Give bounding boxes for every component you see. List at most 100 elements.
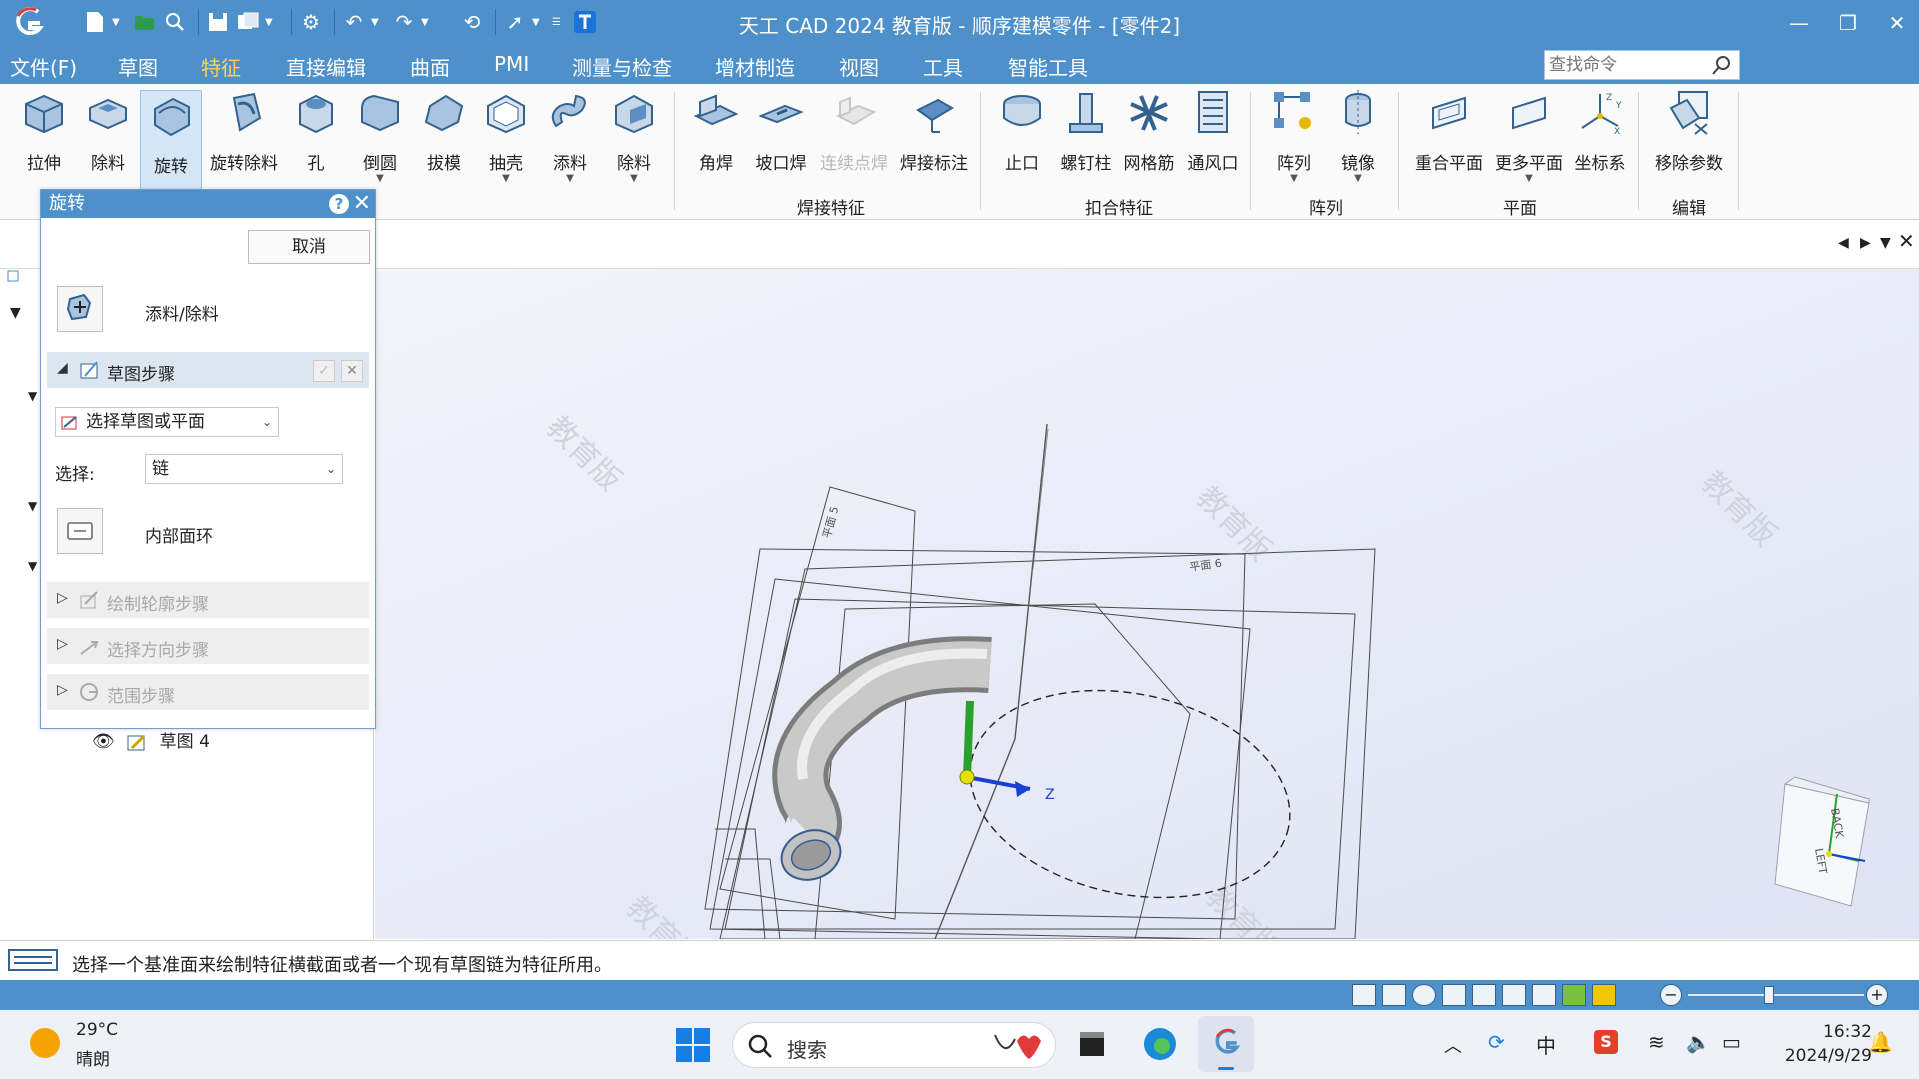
hole-button[interactable]: 孔 (292, 88, 340, 174)
groove-weld-button[interactable]: 坡口焊 (752, 88, 810, 174)
view-orient-icon[interactable] (1532, 984, 1556, 1006)
cancel-button[interactable]: 取消 (248, 230, 370, 264)
shading-icon[interactable] (1562, 984, 1586, 1006)
tree-root-icon[interactable] (6, 269, 24, 287)
visibility-eye-icon[interactable]: 👁 (92, 731, 115, 752)
fit-view-icon[interactable] (1352, 984, 1376, 1006)
weather-temperature[interactable]: 29°C (76, 1020, 118, 1040)
model-view[interactable]: 教育版 教育版 教育版 教育版 教育版 平面 5 平面 6 Z BACK LEF… (375, 269, 1919, 939)
web-network-button[interactable]: 网格筋 (1120, 88, 1178, 174)
weather-sun-icon[interactable] (30, 1028, 60, 1058)
selection-type-select[interactable]: 链 ⌄ (145, 454, 343, 484)
restore-icon[interactable]: ❐ (1833, 10, 1863, 36)
coincident-plane-button[interactable]: 重合平面 (1412, 88, 1486, 174)
sync-icon[interactable]: ⟳ (1488, 1030, 1505, 1054)
battery-icon[interactable]: ▭ (1722, 1030, 1741, 1054)
menu-view[interactable]: 视图 (839, 52, 879, 81)
command-search-input[interactable] (1545, 51, 1705, 79)
menu-feature[interactable]: 特征 (193, 52, 249, 89)
cut-button[interactable]: 除料 (82, 88, 134, 174)
zoom-in-icon[interactable]: + (1866, 984, 1888, 1006)
style-icon[interactable] (1592, 984, 1616, 1006)
zoom-out-icon[interactable]: − (1660, 984, 1682, 1006)
dialog-titlebar[interactable]: 旋转 ? ✕ (41, 190, 375, 218)
spin-icon[interactable] (1502, 984, 1526, 1006)
tree-expand-icon-2[interactable]: ▼ (28, 389, 37, 403)
pan-icon[interactable] (1442, 984, 1466, 1006)
wps-tray-icon[interactable]: S (1594, 1030, 1618, 1054)
sketch-step[interactable]: ◢ 草图步骤 ✓ ✕ (47, 352, 369, 388)
close-icon[interactable]: ✕ (1882, 10, 1912, 36)
wifi-icon[interactable]: ≋ (1648, 1030, 1665, 1054)
edge-browser-icon[interactable] (1142, 1026, 1178, 1062)
menu-smart-tools[interactable]: 智能工具 (1008, 52, 1088, 81)
round-button[interactable]: 倒圆 ▼ (352, 88, 408, 184)
tree-expand-icon-4[interactable]: ▼ (28, 559, 37, 573)
volume-icon[interactable]: 🔈 (1686, 1030, 1711, 1054)
shell-button[interactable]: 抽壳 ▼ (480, 88, 532, 184)
rotate-icon[interactable] (1472, 984, 1496, 1006)
vent-button[interactable]: 通风口 (1184, 88, 1242, 174)
tray-overflow-icon[interactable]: ︿ (1444, 1032, 1462, 1058)
file-explorer-icon[interactable] (1076, 1028, 1108, 1060)
clock-time[interactable]: 16:32 (1774, 1022, 1872, 1042)
minimize-icon[interactable]: — (1784, 10, 1814, 36)
tab-scroll-right-icon[interactable]: ▶ (1860, 235, 1871, 251)
clock-date[interactable]: 2024/9/29 (1770, 1046, 1872, 1066)
zoom-slider[interactable] (1688, 994, 1864, 996)
tiangong-cad-taskbar-button[interactable] (1198, 1016, 1254, 1072)
zoom-icon[interactable] (1412, 984, 1436, 1006)
lip-button[interactable]: 止口 (996, 88, 1048, 174)
tree-expand-icon[interactable]: ▼ (10, 305, 21, 321)
prompt-icon[interactable] (8, 949, 58, 971)
revolve-cut-button[interactable]: 旋转除料 (208, 88, 280, 174)
draft-button[interactable]: 拔模 (418, 88, 470, 174)
revolve-button[interactable]: 旋转 (140, 90, 202, 193)
menu-file[interactable]: 文件(F) (10, 52, 77, 81)
tab-close-icon[interactable]: ✕ (1898, 229, 1915, 253)
command-search[interactable] (1544, 50, 1740, 80)
menu-direct-edit[interactable]: 直接编辑 (286, 52, 366, 81)
sketch-plane-select[interactable]: 选择草图或平面 ⌄ (55, 407, 279, 437)
search-icon[interactable] (1711, 54, 1733, 76)
windows-start-icon[interactable] (676, 1028, 710, 1062)
triad-origin[interactable] (959, 769, 975, 785)
help-icon[interactable]: ? (329, 194, 349, 214)
triad-y[interactable] (963, 700, 974, 778)
zoom-area-icon[interactable] (1382, 984, 1406, 1006)
inner-loop-button[interactable] (57, 508, 103, 554)
menu-measure[interactable]: 测量与检查 (572, 52, 672, 81)
menu-pmi[interactable]: PMI (494, 52, 529, 76)
menu-sketch[interactable]: 草图 (118, 52, 158, 81)
pattern-button[interactable]: 阵列 ▼ (1268, 88, 1320, 184)
fillet-weld-button[interactable]: 角焊 (690, 88, 742, 174)
view-cube[interactable]: BACK LEFT (1774, 776, 1870, 907)
remove-parameters-button[interactable]: 移除参数 (1652, 88, 1726, 174)
remove-material-button[interactable]: 除料 ▼ (608, 88, 660, 184)
menu-tools[interactable]: 工具 (923, 52, 963, 81)
ime-indicator[interactable]: 中 (1536, 1030, 1556, 1059)
menu-additive[interactable]: 增材制造 (715, 52, 795, 81)
more-planes-button[interactable]: 更多平面 ▼ (1492, 88, 1566, 184)
sketch-circle[interactable] (951, 663, 1310, 926)
taskbar-search[interactable]: 搜索 (732, 1022, 1056, 1068)
tree-expand-icon-3[interactable]: ▼ (28, 499, 37, 513)
mirror-button[interactable]: 镜像 ▼ (1332, 88, 1384, 184)
coordinate-system-button[interactable]: ZY X 坐标系 (1572, 88, 1628, 174)
reject-icon[interactable]: ✕ (341, 360, 363, 382)
collapse-icon[interactable]: ◢ (57, 360, 68, 376)
3d-viewport[interactable]: 教育版 教育版 教育版 教育版 教育版 平面 5 平面 6 Z BACK LEF… (375, 269, 1919, 939)
tab-scroll-left-icon[interactable]: ◀ (1838, 235, 1849, 251)
screw-boss-button[interactable]: 螺钉柱 (1058, 88, 1114, 174)
tree-item-sketch4[interactable]: 👁 草图 4 (92, 727, 210, 752)
weld-annotation-button[interactable]: 焊接标注 (896, 88, 972, 174)
dialog-close-icon[interactable]: ✕ (353, 190, 371, 218)
menu-surface[interactable]: 曲面 (410, 52, 450, 81)
add-material-button[interactable]: 添料 ▼ (544, 88, 596, 184)
zoom-slider-thumb[interactable] (1764, 986, 1774, 1004)
add-remove-mode-button[interactable] (57, 286, 103, 332)
accept-icon[interactable]: ✓ (313, 360, 335, 382)
weather-description[interactable]: 晴朗 (76, 1045, 110, 1070)
tab-list-icon[interactable]: ▼ (1880, 235, 1891, 251)
extrude-button[interactable]: 拉伸 (18, 88, 70, 174)
